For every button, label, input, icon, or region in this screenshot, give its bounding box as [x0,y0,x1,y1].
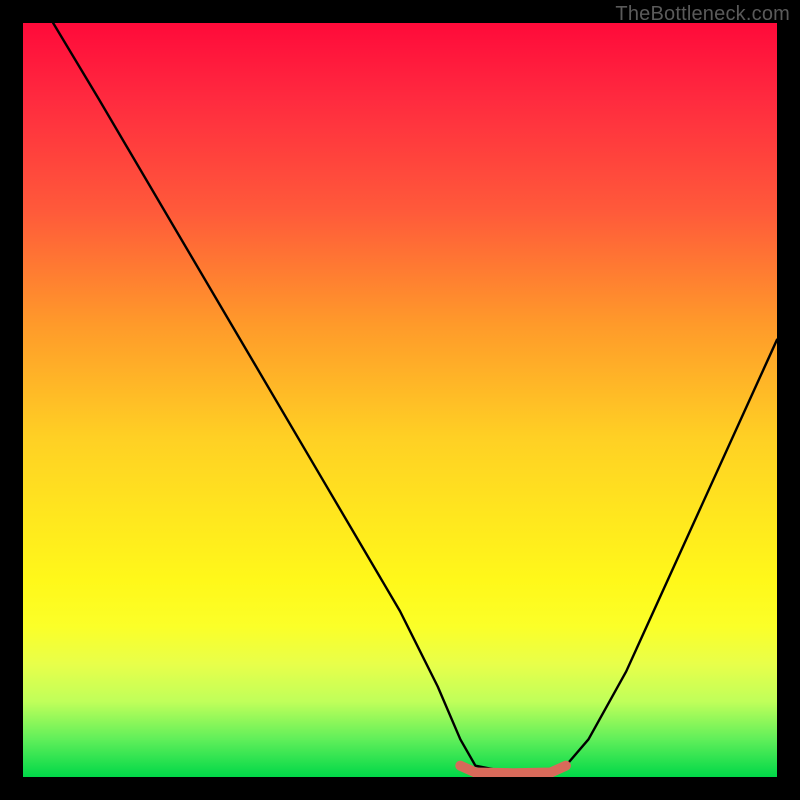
attribution-text: TheBottleneck.com [615,3,790,26]
main-curve [53,23,777,773]
curve-layer [23,23,777,777]
flat-highlight [460,766,566,774]
chart-frame: TheBottleneck.com [0,0,800,800]
plot-area [23,23,777,777]
